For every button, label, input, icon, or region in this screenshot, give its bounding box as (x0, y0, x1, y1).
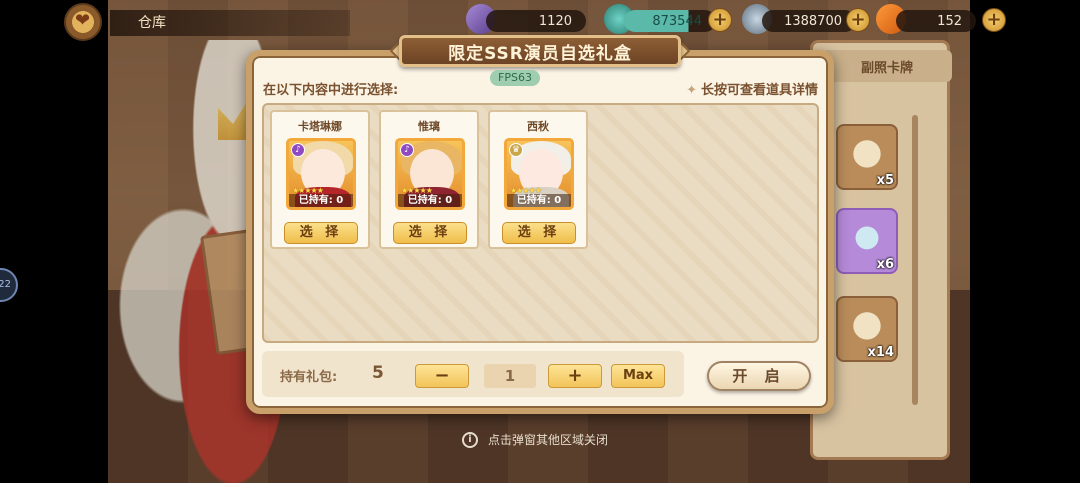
location-title: 仓库 (110, 10, 350, 36)
close-hint: i 点击弹窗其他区域关闭 (462, 431, 608, 448)
select-button[interactable]: 选 择 (284, 222, 358, 244)
add-coins-button[interactable]: + (846, 8, 870, 32)
sparkle-icon: ✦ (686, 83, 697, 98)
item-count: x5 (876, 173, 894, 188)
item-count: x14 (867, 345, 894, 360)
energy-bar: 873544 (624, 10, 716, 32)
home-button[interactable] (64, 3, 102, 41)
inventory-scrollbar[interactable] (912, 115, 918, 405)
card-name: 西秋 (527, 120, 549, 133)
owned-packs-count: 5 (372, 363, 384, 383)
crown-icon: ♛ (509, 143, 523, 157)
currency-gems: 1120 (486, 10, 586, 32)
inventory-item[interactable]: x14 (836, 296, 898, 362)
owned-count: 已持有: 0 (507, 194, 571, 207)
info-icon: i (462, 431, 478, 448)
hint-text: 长按可查看道具详情 (700, 83, 818, 98)
actor-portrait[interactable]: ♪ ★★★★★ 已持有: 0 (286, 138, 356, 210)
owned-count: 已持有: 0 (289, 194, 353, 207)
owned-packs-label: 持有礼包: (280, 370, 338, 385)
key-icon: ♪ (400, 143, 414, 157)
quantity-input[interactable]: 1 (484, 364, 536, 388)
tab-sub-cards[interactable]: 副照卡牌 (822, 50, 952, 82)
currency-coins: 1388700 (762, 10, 856, 32)
add-energy-button[interactable]: + (708, 8, 732, 32)
inventory-item[interactable]: x6 (836, 208, 898, 274)
fps-counter: FPS63 (490, 70, 540, 86)
actor-portrait[interactable]: ♪ ★★★★★ 已持有: 0 (395, 138, 465, 210)
actor-card-weili[interactable]: 惟璃 ♪ ★★★★★ 已持有: 0 选 择 (379, 110, 479, 249)
increase-button[interactable]: + (548, 364, 602, 388)
add-carrots-button[interactable]: + (982, 8, 1006, 32)
open-button[interactable]: 开 启 (707, 361, 811, 391)
actor-portrait[interactable]: ♛ ★★★★★ 已持有: 0 (504, 138, 574, 210)
inventory-item[interactable]: x5 (836, 124, 898, 190)
selection-instruction: 在以下内容中进行选择: (263, 83, 399, 98)
card-name: 卡塔琳娜 (298, 120, 342, 133)
item-count: x6 (876, 257, 894, 272)
select-button[interactable]: 选 择 (393, 222, 467, 244)
key-icon: ♪ (291, 143, 305, 157)
actor-card-xiqiu[interactable]: 西秋 ♛ ★★★★★ 已持有: 0 选 择 (488, 110, 588, 249)
long-press-hint: ✦ 长按可查看道具详情 (686, 79, 818, 98)
dialog-title: 限定SSR演员自选礼盒 (399, 35, 681, 67)
card-name: 惟璃 (418, 120, 440, 133)
close-hint-text: 点击弹窗其他区域关闭 (488, 433, 609, 447)
decrease-button[interactable]: − (415, 364, 469, 388)
side-float-bubble[interactable]: 22 (0, 268, 18, 302)
currency-carrots: 152 (896, 10, 976, 32)
owned-count: 已持有: 0 (398, 194, 462, 207)
actor-card-catalina[interactable]: 卡塔琳娜 ♪ ★★★★★ 已持有: 0 选 择 (270, 110, 370, 249)
select-button[interactable]: 选 择 (502, 222, 576, 244)
max-button[interactable]: Max (611, 364, 665, 388)
